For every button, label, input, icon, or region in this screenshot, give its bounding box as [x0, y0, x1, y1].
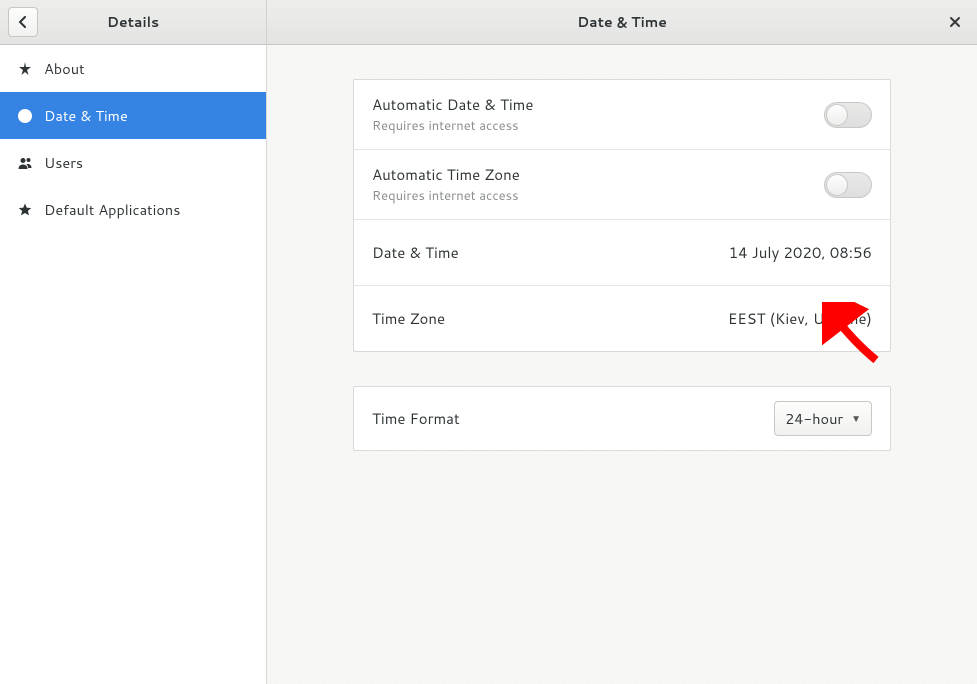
dropdown-value: 24-hour: [785, 408, 843, 429]
sidebar: About Date & Time Users Default Applicat…: [0, 45, 267, 684]
row-label: Time Format: [372, 408, 460, 429]
sidebar-item-label: Date & Time: [44, 105, 128, 126]
row-label: Automatic Date & Time: [372, 94, 533, 115]
sidebar-item-label: Users: [44, 152, 83, 173]
close-icon: [949, 16, 961, 28]
sidebar-item-about[interactable]: About: [0, 45, 266, 92]
automatic-timezone-switch[interactable]: [824, 172, 872, 198]
row-automatic-timezone: Automatic Time Zone Requires internet ac…: [354, 149, 890, 219]
row-datetime[interactable]: Date & Time 14 July 2020, 08:56: [354, 219, 890, 285]
caret-down-icon: ▼: [851, 412, 861, 426]
row-time-format: Time Format 24-hour ▼: [354, 387, 890, 450]
row-sub: Requires internet access: [372, 117, 533, 135]
chevron-left-icon: [18, 16, 28, 28]
time-format-panel: Time Format 24-hour ▼: [353, 386, 891, 451]
back-button[interactable]: [8, 7, 38, 37]
page-title: Date & Time: [267, 12, 977, 32]
switch-knob: [826, 174, 848, 196]
headerbar: Details Date & Time: [0, 0, 977, 45]
row-label: Time Zone: [372, 308, 445, 329]
star-icon: [16, 61, 34, 77]
sidebar-item-date-time[interactable]: Date & Time: [0, 92, 266, 139]
datetime-value: 14 July 2020, 08:56: [729, 242, 872, 263]
sidebar-item-label: Default Applications: [44, 199, 180, 220]
details-title: Details: [0, 12, 266, 32]
close-button[interactable]: [943, 0, 967, 44]
sidebar-item-default-applications[interactable]: Default Applications: [0, 186, 266, 233]
main-content: Automatic Date & Time Requires internet …: [267, 45, 977, 684]
sidebar-item-users[interactable]: Users: [0, 139, 266, 186]
sidebar-item-label: About: [44, 58, 85, 79]
settings-panel: Automatic Date & Time Requires internet …: [353, 79, 891, 352]
clock-icon: [16, 108, 34, 124]
star-outline-icon: [16, 202, 34, 218]
row-label: Date & Time: [372, 242, 459, 263]
row-timezone[interactable]: Time Zone EEST (Kiev, Ukraine): [354, 285, 890, 351]
time-format-dropdown[interactable]: 24-hour ▼: [774, 401, 872, 436]
row-automatic-datetime: Automatic Date & Time Requires internet …: [354, 80, 890, 149]
row-label: Automatic Time Zone: [372, 164, 520, 185]
switch-knob: [826, 104, 848, 126]
timezone-value: EEST (Kiev, Ukraine): [728, 308, 872, 329]
headerbar-left: Details: [0, 0, 267, 44]
users-icon: [16, 155, 34, 171]
headerbar-right: Date & Time: [267, 0, 977, 44]
body: About Date & Time Users Default Applicat…: [0, 45, 977, 684]
row-sub: Requires internet access: [372, 187, 520, 205]
automatic-datetime-switch[interactable]: [824, 102, 872, 128]
